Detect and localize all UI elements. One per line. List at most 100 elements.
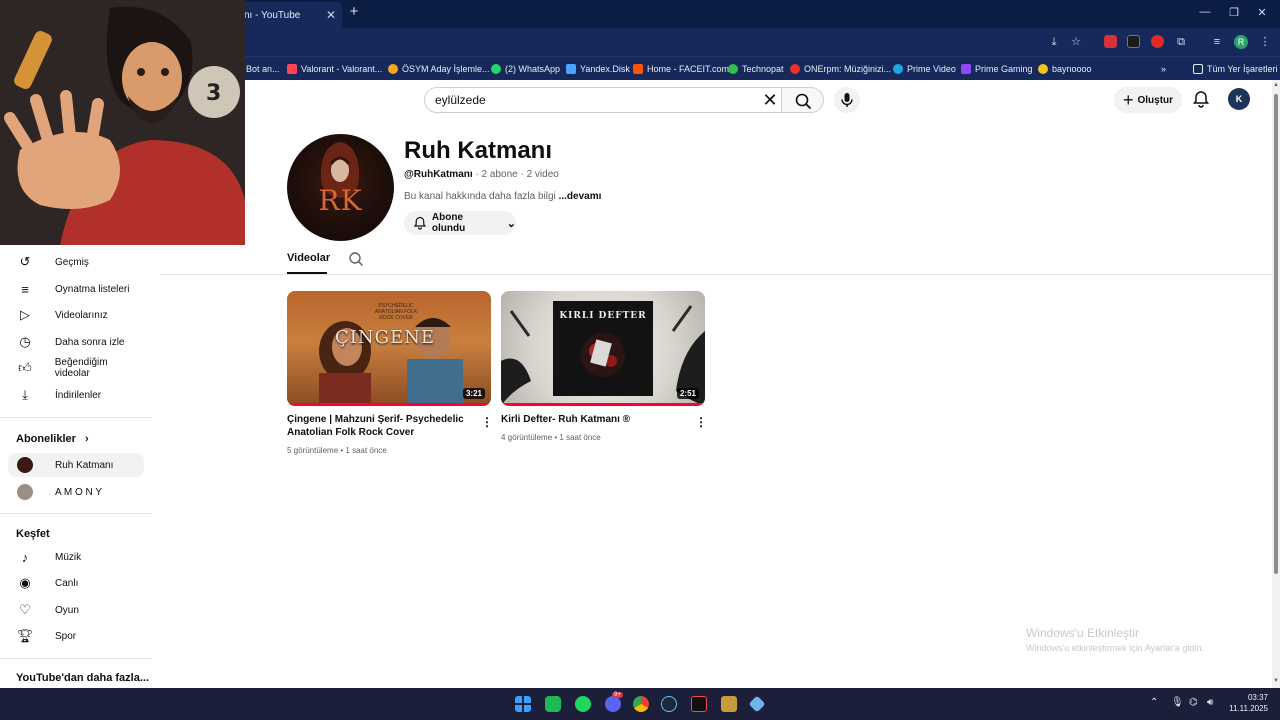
discord-icon[interactable] (605, 696, 621, 712)
browser-menu-icon[interactable]: ⋮ (1258, 35, 1272, 49)
clock-date: 11.11.2025 (1229, 704, 1268, 713)
thumbnail-subtitle: PSYCHEDELIC ANATOLIAN FOLK ROCK COVER (374, 303, 418, 321)
steam-icon[interactable] (661, 696, 677, 712)
video-card[interactable]: ÇINGENE PSYCHEDELIC ANATOLIAN FOLK ROCK … (287, 291, 493, 455)
bookmark-item[interactable]: Yandex.Disk (566, 62, 630, 76)
scroll-up-icon[interactable]: ▲ (1272, 82, 1280, 90)
anime-character-overlay-image: 3 (0, 0, 245, 245)
video-title[interactable]: Çingene | Mahzuni Şerif- Psychedelic Ana… (287, 413, 472, 439)
app-icon-green[interactable] (545, 696, 561, 712)
onerpm-icon (790, 64, 800, 74)
extensions-puzzle-icon[interactable]: ⧉ (1174, 35, 1188, 49)
subscriptions-heading[interactable]: Abonelikler › (16, 433, 89, 445)
bookmark-item[interactable]: baynoooo (1038, 62, 1092, 76)
voice-search-button[interactable] (834, 87, 860, 113)
sidebar-item-live[interactable]: ◉ Canlı (8, 571, 144, 595)
create-button[interactable]: + Oluştur (1114, 87, 1182, 113)
music-icon: ♪ (21, 549, 29, 565)
bookmark-item[interactable]: Valorant - Valorant... (287, 62, 382, 76)
sidebar-item-music[interactable]: ♪ Müzik (8, 545, 144, 569)
valorant-taskbar-icon[interactable] (691, 696, 707, 712)
bookmark-item[interactable]: Prime Gaming (961, 62, 1033, 76)
thumbnail-title: KIRLI DEFTER (559, 311, 647, 321)
bookmark-item[interactable]: Bot an... (246, 62, 280, 76)
league-icon[interactable] (721, 696, 737, 712)
account-avatar[interactable]: K (1228, 88, 1250, 110)
technopat-icon (728, 64, 738, 74)
bookmark-item[interactable]: ÖSYM Aday İşlemle... (388, 62, 490, 76)
media-controls-icon[interactable]: ≡ (1210, 35, 1224, 49)
tray-overflow-icon[interactable]: ⌃ (1150, 697, 1158, 708)
tab-close-icon[interactable]: ✕ (326, 8, 336, 22)
channel-avatar-text: RK (318, 184, 363, 217)
search-input[interactable]: eylülzede (424, 87, 782, 113)
tab-videos[interactable]: Videolar (287, 252, 330, 264)
channel-avatar[interactable]: RK (287, 134, 394, 241)
search-button[interactable] (782, 87, 824, 113)
download-icon: ⤓ (22, 387, 28, 402)
video-title[interactable]: Kirli Defter- Ruh Katmanı ® (501, 413, 686, 426)
restore-icon[interactable]: ❐ (1225, 6, 1243, 19)
more-link[interactable]: ...devamı (559, 191, 602, 202)
install-app-icon[interactable]: ⤓ (1047, 35, 1061, 49)
subscribed-button[interactable]: Abone olundu ⌄ (404, 211, 516, 235)
spotify-icon[interactable] (575, 696, 591, 712)
video-menu-icon[interactable]: ⋮ (481, 416, 493, 428)
liked-icon: 👍︎ (18, 360, 32, 375)
volume-icon[interactable]: 🔊︎ (1207, 697, 1213, 708)
channel-description[interactable]: Bu kanal hakkında daha fazla bilgi ...de… (404, 191, 601, 202)
windows-start-icon[interactable] (515, 696, 531, 712)
extension-dark-icon[interactable] (1127, 35, 1140, 48)
close-window-icon[interactable]: ✕ (1253, 6, 1271, 19)
history-icon: ↺ (19, 254, 31, 269)
channel-name: Ruh Katmanı (404, 137, 553, 164)
bookmark-item[interactable]: Technopat (728, 62, 784, 76)
notifications-bell-icon[interactable] (1190, 88, 1212, 110)
sidebar-divider (0, 513, 152, 514)
folder-icon (1193, 64, 1203, 74)
video-menu-icon[interactable]: ⋮ (695, 416, 707, 428)
video-thumbnail[interactable]: ÇINGENE PSYCHEDELIC ANATOLIAN FOLK ROCK … (287, 291, 491, 406)
sidebar-item-amony[interactable]: A M O N Y (8, 480, 144, 504)
your-videos-icon: ▷ (20, 307, 30, 322)
sidebar-item-your-videos[interactable]: ▷ Videolarınız (8, 303, 144, 327)
bookmarks-overflow-icon[interactable]: » (1161, 62, 1166, 76)
bookmark-item[interactable]: (2) WhatsApp (491, 62, 560, 76)
all-bookmarks-folder[interactable]: Tüm Yer İşaretleri (1193, 62, 1278, 76)
clear-search-icon[interactable]: ✕ (760, 90, 780, 110)
tabs-divider (160, 274, 1272, 275)
channel-avatar-small (17, 457, 33, 473)
sidebar-item-history[interactable]: ↺ Geçmiş (8, 250, 144, 274)
extension-opera-icon[interactable] (1151, 35, 1164, 48)
browser-tab-youtube[interactable]: nı - YouTube ✕ (232, 2, 342, 28)
sidebar-item-watch-later[interactable]: ◷ Daha sonra izle (8, 330, 144, 354)
sidebar-item-downloads[interactable]: ⤓ İndirilenler (8, 383, 144, 407)
microphone-tray-icon[interactable]: 🎙︎ (1171, 697, 1184, 708)
sidebar-item-gaming[interactable]: ♡ Oyun (8, 598, 144, 622)
playlists-icon: ≡ (21, 281, 29, 297)
bookmark-item[interactable]: Home - FACEIT.com (633, 62, 729, 76)
sidebar-item-ruh-katmani[interactable]: Ruh Katmanı (8, 453, 144, 477)
minimize-icon[interactable]: — (1196, 6, 1214, 18)
profile-avatar[interactable]: R (1234, 35, 1248, 49)
video-thumbnail[interactable]: KIRLI DEFTER 2:51 (501, 291, 705, 406)
extension-red-icon[interactable] (1104, 35, 1117, 48)
new-tab-icon[interactable]: + (346, 4, 362, 20)
sidebar-item-liked-videos[interactable]: 👍︎ Beğendiğim videolar (8, 356, 144, 380)
chrome-icon[interactable] (633, 696, 649, 712)
sidebar-item-sports[interactable]: 🏆︎ Spor (8, 624, 144, 648)
taskbar-clock[interactable]: 03:37 11.11.2025 (1224, 692, 1268, 714)
scroll-down-icon[interactable]: ▼ (1272, 678, 1280, 686)
bookmark-item[interactable]: ONErpm: Müziğinizi... (790, 62, 891, 76)
video-meta: 5 görüntüleme • 1 saat önce (287, 446, 387, 455)
bookmark-item[interactable]: Prime Video (893, 62, 956, 76)
network-icon[interactable]: ⌬ (1189, 697, 1198, 708)
page-scrollbar[interactable]: ▲ ▼ (1272, 80, 1280, 688)
scrollbar-thumb[interactable] (1274, 94, 1278, 574)
bookmark-star-icon[interactable]: ☆ (1069, 35, 1083, 49)
video-card[interactable]: KIRLI DEFTER 2:51 Kirli Defter- Ruh Katm… (501, 291, 707, 442)
channel-search-icon[interactable] (348, 251, 364, 267)
sidebar-item-playlists[interactable]: ≡ Oynatma listeleri (8, 277, 144, 301)
chevron-right-icon: › (84, 433, 89, 445)
explore-heading: Keşfet (16, 528, 50, 540)
